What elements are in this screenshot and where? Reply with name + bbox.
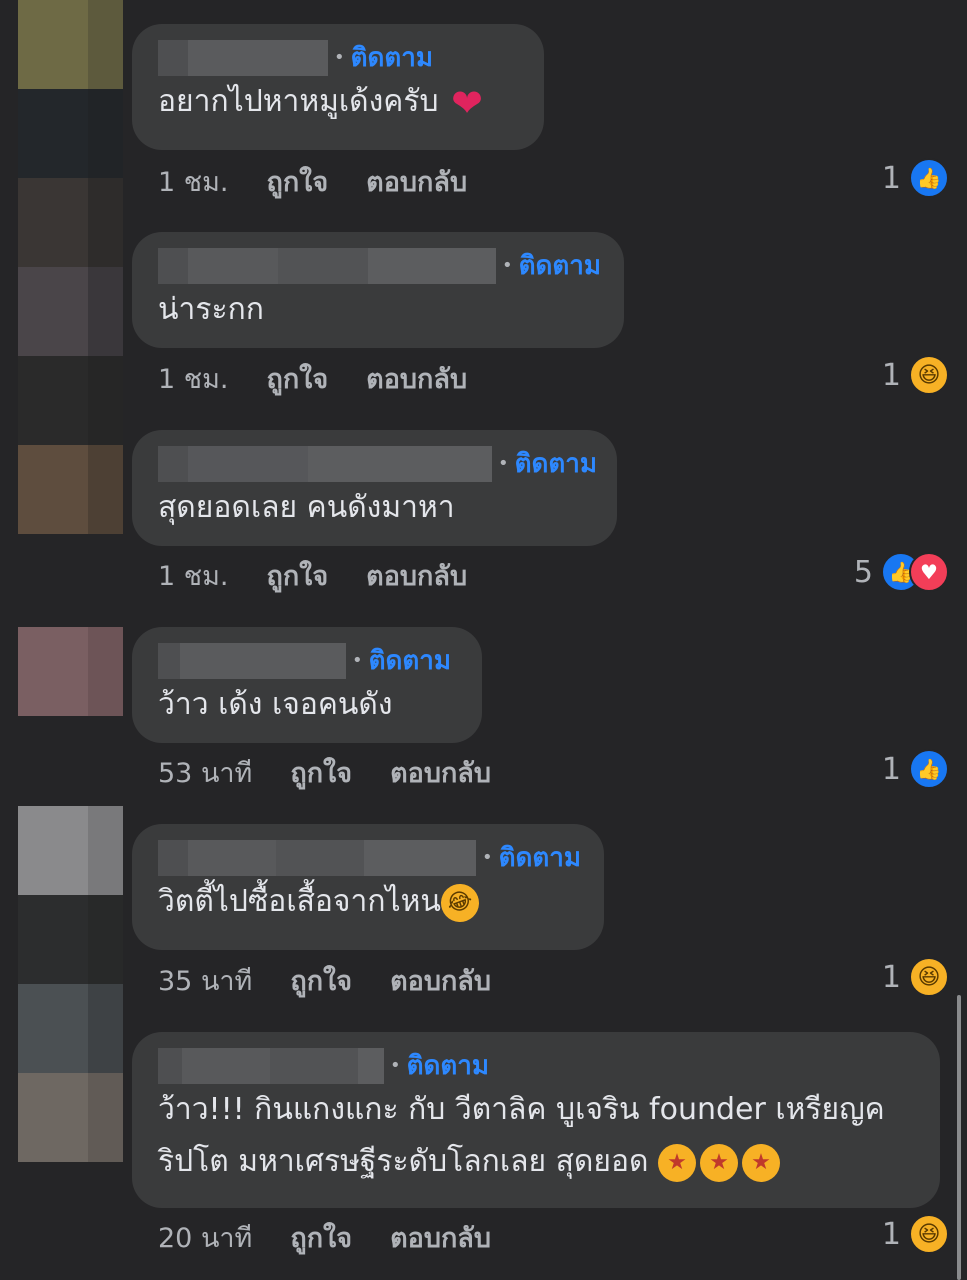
comment-time: 1 ชม.: [158, 560, 229, 592]
follow-button[interactable]: ติดตาม: [519, 253, 601, 279]
like-button[interactable]: ถูกใจ: [266, 160, 328, 203]
comment-text-line: ริปโต มหาเศรษฐีระดับโลกเลย สุดยอด ★ ★ ★: [158, 1136, 914, 1188]
comment-time: 35 นาที: [158, 965, 253, 997]
reaction-count: 1: [881, 751, 901, 787]
reply-button[interactable]: ตอบกลับ: [390, 959, 491, 1002]
comment-meta: 1 ชม. ถูกใจ ตอบกลับ: [158, 161, 467, 201]
like-button[interactable]: ถูกใจ: [266, 554, 328, 597]
like-icon: 👍: [909, 749, 949, 789]
avatar[interactable]: [18, 627, 123, 716]
comment-time: 53 นาที: [158, 757, 253, 789]
comment-bubble: • ติดตาม วิตตี้ไปซื้อเสื้อจากไหน 😂: [132, 824, 604, 950]
reply-button[interactable]: ตอบกลับ: [366, 357, 467, 400]
like-icon: 👍: [909, 158, 949, 198]
blurred-username[interactable]: [158, 446, 492, 482]
separator-dot: •: [498, 453, 509, 474]
blurred-username[interactable]: [158, 840, 476, 876]
comment-time: 1 ชม.: [158, 166, 229, 198]
comment-meta: 1 ชม. ถูกใจ ตอบกลับ: [158, 555, 467, 595]
comment-meta: 35 นาที ถูกใจ ตอบกลับ: [158, 960, 491, 1000]
reply-button[interactable]: ตอบกลับ: [366, 554, 467, 597]
follow-button[interactable]: ติดตาม: [407, 1053, 489, 1079]
comment-bubble: • ติดตาม ว้าว เด้ง เจอคนดัง: [132, 627, 482, 743]
comment-text: วิตตี้ไปซื้อเสื้อจากไหน 😂: [158, 876, 578, 928]
separator-dot: •: [352, 650, 363, 671]
comment-meta: 53 นาที ถูกใจ ตอบกลับ: [158, 752, 491, 792]
rofl-emoji-icon: 😂: [435, 878, 485, 927]
reaction-summary[interactable]: 1 😆: [882, 1214, 949, 1254]
follow-button[interactable]: ติดตาม: [369, 648, 451, 674]
haha-icon: 😆: [909, 355, 949, 395]
blurred-username[interactable]: [158, 248, 496, 284]
comment-text: ว้าว เด้ง เจอคนดัง: [158, 687, 393, 722]
blurred-username[interactable]: [158, 643, 346, 679]
avatar[interactable]: [18, 0, 123, 534]
follow-button[interactable]: ติดตาม: [351, 45, 433, 71]
comment-time: 1 ชม.: [158, 363, 229, 395]
star-struck-emoji-icon: ★: [742, 1143, 781, 1182]
haha-icon: 😆: [909, 1214, 949, 1254]
love-icon: ♥: [909, 552, 949, 592]
follow-button[interactable]: ติดตาม: [499, 845, 581, 871]
reply-button[interactable]: ตอบกลับ: [390, 1216, 491, 1259]
avatar[interactable]: [18, 806, 123, 1162]
scrollbar[interactable]: [957, 995, 961, 1280]
reaction-summary[interactable]: 1 😆: [882, 355, 949, 395]
comment-meta: 1 ชม. ถูกใจ ตอบกลับ: [158, 358, 467, 398]
comment-bubble: • ติดตาม น่าระกก: [132, 232, 624, 348]
like-button[interactable]: ถูกใจ: [290, 751, 352, 794]
comment-bubble: • ติดตาม อยากไปหาหมูเด้งครับ ❤: [132, 24, 544, 150]
haha-icon: 😆: [909, 957, 949, 997]
blurred-username[interactable]: [158, 40, 328, 76]
follow-button[interactable]: ติดตาม: [515, 451, 597, 477]
comment-text: สุดยอดเลย คนดังมาหา: [158, 490, 455, 525]
comment-time: 20 นาที: [158, 1222, 253, 1254]
reaction-count: 5: [853, 554, 873, 590]
comment-text-line: ว้าว!!! กินแกงแกะ กับ วีตาลิค บูเจริน fo…: [158, 1092, 885, 1127]
separator-dot: •: [482, 847, 493, 868]
comment-bubble: • ติดตาม ว้าว!!! กินแกงแกะ กับ วีตาลิค บ…: [132, 1032, 940, 1208]
comment-text: น่าระกก: [158, 292, 264, 327]
separator-dot: •: [334, 47, 345, 68]
separator-dot: •: [502, 255, 513, 276]
blurred-username[interactable]: [158, 1048, 384, 1084]
star-struck-emoji-icon: ★: [658, 1143, 697, 1182]
reply-button[interactable]: ตอบกลับ: [390, 751, 491, 794]
reply-button[interactable]: ตอบกลับ: [366, 160, 467, 203]
separator-dot: •: [390, 1055, 401, 1076]
like-button[interactable]: ถูกใจ: [290, 959, 352, 1002]
reaction-count: 1: [881, 357, 901, 393]
comment-bubble: • ติดตาม สุดยอดเลย คนดังมาหา: [132, 430, 617, 546]
reaction-summary[interactable]: 1 👍: [882, 749, 949, 789]
reaction-summary[interactable]: 5 👍 ♥: [854, 552, 949, 592]
reaction-summary[interactable]: 1 👍: [882, 158, 949, 198]
star-struck-emoji-icon: ★: [700, 1143, 739, 1182]
comment-meta: 20 นาที ถูกใจ ตอบกลับ: [158, 1217, 491, 1257]
heart-emoji-icon: ❤: [451, 80, 483, 125]
comment-text: อยากไปหาหมูเด้งครับ ❤: [158, 76, 518, 128]
reaction-summary[interactable]: 1 😆: [882, 957, 949, 997]
reaction-count: 1: [881, 1216, 901, 1252]
reaction-count: 1: [881, 959, 901, 995]
like-button[interactable]: ถูกใจ: [290, 1216, 352, 1259]
reaction-count: 1: [881, 160, 901, 196]
like-button[interactable]: ถูกใจ: [266, 357, 328, 400]
